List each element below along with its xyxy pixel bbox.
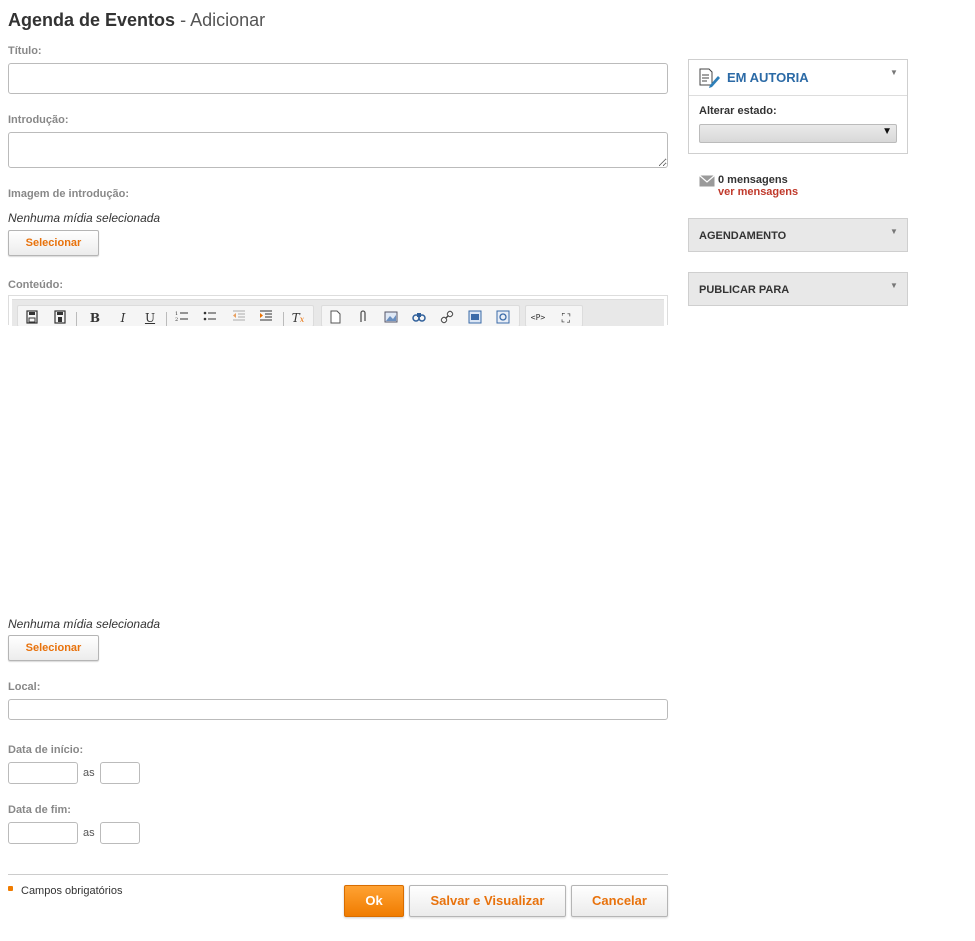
authoring-panel: EM AUTORIA ▼ Alterar estado: ▼	[688, 59, 908, 154]
toolbar-separator	[283, 312, 284, 326]
local-label: Local:	[8, 681, 41, 693]
imagem-label: Imagem de introdução:	[8, 188, 130, 200]
select-arrow-icon: ▼	[882, 126, 892, 137]
titulo-input[interactable]	[8, 63, 668, 94]
save-as-icon[interactable]	[52, 310, 68, 326]
preview-icon[interactable]	[495, 310, 511, 326]
data-fim-date-input[interactable]	[8, 822, 78, 844]
chevron-down-icon[interactable]: ▼	[890, 68, 898, 77]
document-icon[interactable]	[327, 310, 343, 326]
data-fim-time-input[interactable]	[100, 822, 140, 844]
svg-text:2: 2	[175, 317, 178, 322]
ordered-list-icon[interactable]: 12	[174, 310, 190, 326]
toolbar-separator	[166, 312, 167, 326]
document-edit-icon	[699, 68, 721, 93]
authoring-title: EM AUTORIA	[727, 70, 809, 85]
attachment-icon[interactable]	[355, 310, 371, 326]
authoring-panel-header[interactable]: EM AUTORIA ▼	[689, 60, 907, 96]
titulo-label: Título:	[8, 45, 42, 57]
introducao-label: Introdução:	[8, 114, 69, 126]
as-label: as	[83, 767, 95, 779]
image-icon[interactable]	[383, 310, 399, 326]
page-title-main: Agenda de Eventos	[8, 10, 176, 30]
media-status-2: Nenhuma mídia selecionada	[8, 617, 161, 631]
link-icon[interactable]	[439, 310, 455, 326]
required-marker-icon	[8, 886, 13, 891]
italic-icon[interactable]: I	[115, 310, 131, 326]
required-note: Campos obrigatórios	[21, 885, 123, 897]
envelope-icon	[699, 174, 715, 192]
select-image-button[interactable]: Selecionar	[8, 230, 99, 256]
source-code-icon[interactable]: <P>	[530, 310, 546, 326]
data-inicio-date-input[interactable]	[8, 762, 78, 784]
data-inicio-time-input[interactable]	[100, 762, 140, 784]
outdent-icon[interactable]	[231, 310, 247, 326]
editor-toolbar: B I U 12 Tx <P> ⛶	[12, 299, 664, 326]
scheduling-panel[interactable]: AGENDAMENTO ▼	[688, 218, 908, 252]
bold-icon[interactable]: B	[87, 310, 103, 326]
indent-icon[interactable]	[258, 310, 274, 326]
publish-panel[interactable]: PUBLICAR PARA ▼	[688, 272, 908, 306]
save-icon[interactable]	[24, 310, 40, 326]
page-title-suffix: - Adicionar	[180, 10, 266, 30]
view-messages-link[interactable]: ver mensagens	[718, 186, 798, 198]
messages-count: 0 mensagens	[718, 174, 788, 186]
clear-format-glyph: T	[291, 311, 300, 325]
ok-button[interactable]: Ok	[344, 885, 404, 917]
introducao-textarea[interactable]	[8, 132, 668, 168]
conteudo-label: Conteúdo:	[8, 279, 63, 291]
data-fim-label: Data de fim:	[8, 804, 71, 816]
data-inicio-label: Data de início:	[8, 744, 84, 756]
underline-icon[interactable]: U	[142, 310, 158, 326]
as-label: as	[83, 827, 95, 839]
media-icon[interactable]	[467, 310, 483, 326]
change-state-label: Alterar estado:	[699, 105, 777, 117]
cancel-button[interactable]: Cancelar	[571, 885, 668, 917]
state-select[interactable]: ▼	[699, 124, 897, 143]
select-media-button[interactable]: Selecionar	[8, 635, 99, 661]
footer-divider	[8, 874, 668, 875]
scheduling-title: AGENDAMENTO	[699, 230, 787, 242]
chevron-down-icon[interactable]: ▼	[890, 281, 898, 290]
page-title: Agenda de Eventos - Adicionar	[8, 10, 265, 31]
publish-title: PUBLICAR PARA	[699, 284, 790, 296]
fullscreen-icon[interactable]: ⛶	[558, 310, 574, 326]
chevron-down-icon[interactable]: ▼	[890, 227, 898, 236]
toolbar-separator	[76, 312, 77, 326]
save-preview-button[interactable]: Salvar e Visualizar	[409, 885, 566, 917]
find-icon[interactable]	[411, 310, 427, 326]
local-input[interactable]	[8, 699, 668, 720]
imagem-status: Nenhuma mídia selecionada	[8, 211, 161, 225]
clear-format-icon[interactable]: Tx	[290, 310, 306, 326]
unordered-list-icon[interactable]	[202, 310, 218, 326]
